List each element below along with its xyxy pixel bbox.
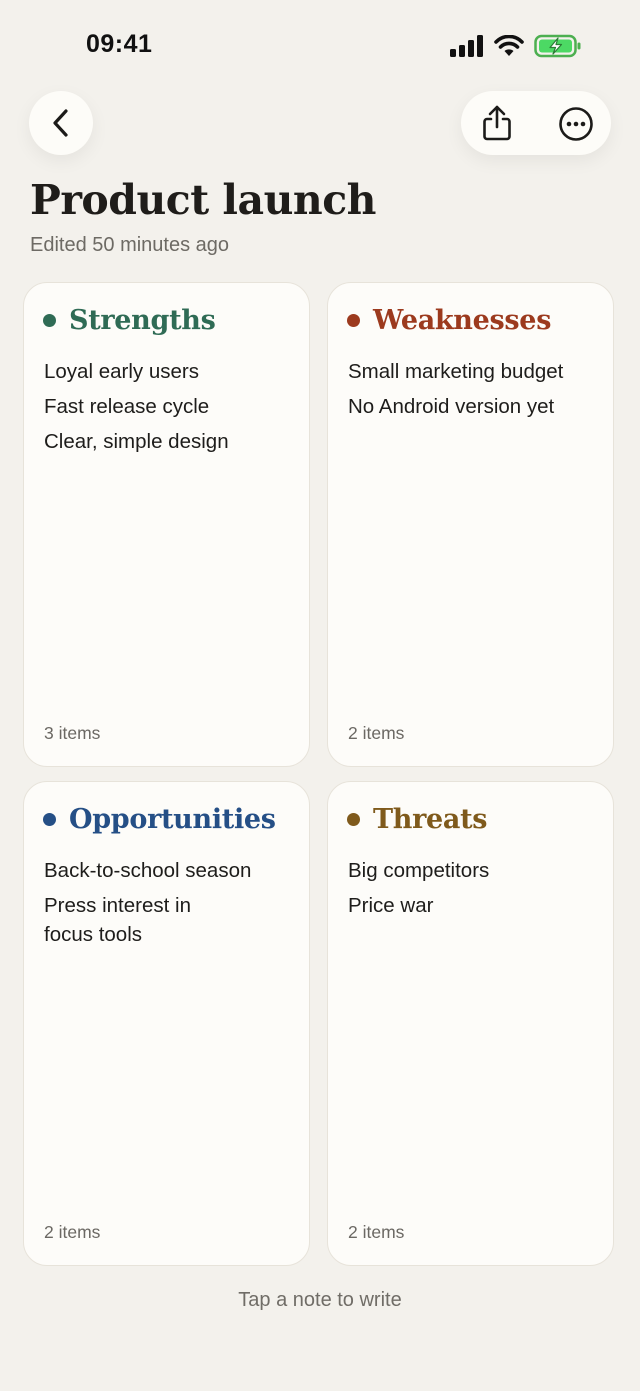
status-bar: 09:41 (0, 0, 640, 90)
card-header: Strengths (43, 305, 216, 336)
card-item-list: Back-to-school season Press interest in … (44, 856, 284, 955)
opportunities-dot-icon (43, 813, 56, 826)
list-item[interactable]: Press interest in focus tools (44, 891, 244, 949)
wifi-icon (494, 35, 524, 56)
card-title: Weaknesses (373, 305, 552, 336)
card-header: Threats (347, 804, 488, 835)
card-item-list: Big competitors Price war (348, 856, 598, 926)
status-icons (450, 34, 582, 58)
battery-charging-icon (534, 34, 581, 58)
item-count: 2 items (348, 1222, 405, 1242)
list-item[interactable]: Price war (348, 891, 598, 920)
list-item[interactable]: Big competitors (348, 856, 598, 885)
card-header: Opportunities (43, 804, 276, 835)
threats-card[interactable]: Threats Big competitors Price war 2 item… (327, 781, 614, 1266)
page-subtitle: Edited 50 minutes ago (30, 234, 230, 256)
cellular-signal-icon (450, 35, 483, 57)
list-item[interactable]: No Android version yet (348, 392, 598, 421)
card-title: Strengths (69, 305, 216, 336)
share-icon (483, 105, 511, 141)
opportunities-card[interactable]: Opportunities Back-to-school season Pres… (23, 781, 310, 1266)
list-item[interactable]: Fast release cycle (44, 392, 294, 421)
item-count: 3 items (44, 723, 101, 743)
card-item-list: Small marketing budget No Android versio… (348, 357, 598, 427)
card-title: Threats (373, 804, 488, 835)
list-item[interactable]: Clear, simple design (44, 427, 294, 456)
footer-hint: Tap a note to write (238, 1289, 402, 1311)
card-title: Opportunities (69, 804, 276, 835)
item-count: 2 items (348, 723, 405, 743)
status-time: 09:41 (86, 30, 153, 58)
more-button[interactable] (553, 101, 599, 147)
list-item[interactable]: Small marketing budget (348, 357, 598, 386)
more-icon (559, 107, 593, 141)
item-count: 2 items (44, 1222, 101, 1242)
list-item[interactable]: Loyal early users (44, 357, 294, 386)
back-button[interactable] (29, 91, 93, 155)
page-title: Product launch (30, 176, 376, 224)
threats-dot-icon (347, 813, 360, 826)
card-header: Weaknesses (347, 305, 551, 336)
chevron-left-icon (53, 109, 68, 137)
share-button[interactable] (475, 101, 519, 145)
nav-actions-group (461, 91, 611, 155)
weaknesses-dot-icon (347, 314, 360, 327)
weaknesses-card[interactable]: Weaknesses Small marketing budget No And… (327, 282, 614, 767)
strengths-dot-icon (43, 314, 56, 327)
strengths-card[interactable]: Strengths Loyal early users Fast release… (23, 282, 310, 767)
card-item-list: Loyal early users Fast release cycle Cle… (44, 357, 294, 462)
list-item[interactable]: Back-to-school season (44, 856, 284, 885)
